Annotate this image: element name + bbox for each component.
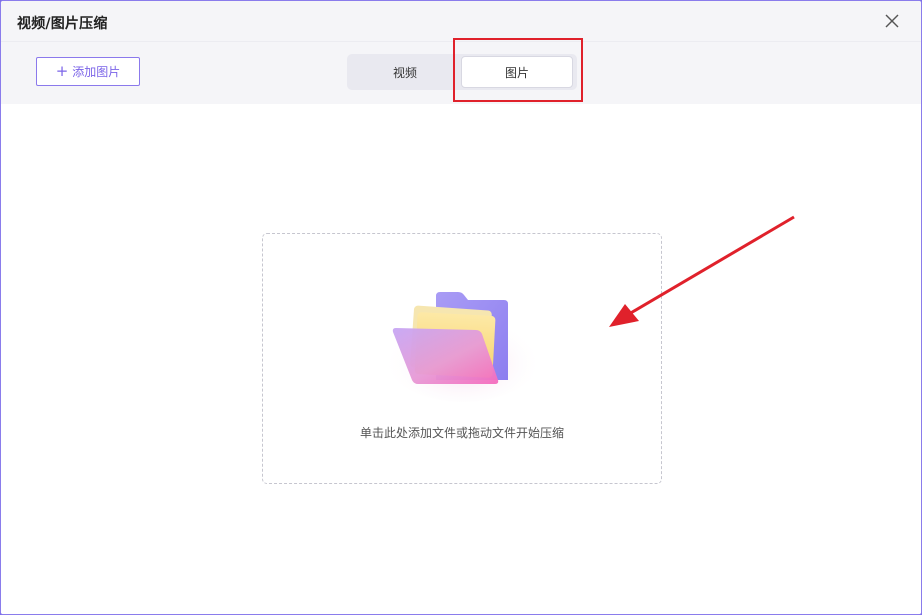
main-content: 单击此处添加文件或拖动文件开始压缩 bbox=[1, 104, 921, 614]
close-icon bbox=[885, 14, 899, 28]
dialog-title: 视频/图片压缩 bbox=[17, 16, 108, 32]
toolbar: + 添加图片 视频 图片 bbox=[1, 42, 921, 104]
dropzone-hint: 单击此处添加文件或拖动文件开始压缩 bbox=[359, 426, 564, 440]
close-button[interactable] bbox=[881, 10, 903, 32]
folder-icon bbox=[378, 284, 548, 404]
compress-dialog: 视频/图片压缩 + 添加图片 视频 图片 单击此处添加文件或拖动文件开始压缩 bbox=[0, 0, 922, 615]
title-bar: 视频/图片压缩 bbox=[1, 1, 921, 42]
plus-icon: + bbox=[55, 61, 69, 80]
media-type-tabs: 视频 图片 bbox=[347, 54, 577, 90]
add-image-label: 添加图片 bbox=[72, 65, 121, 79]
tab-image[interactable]: 图片 bbox=[461, 56, 573, 88]
tab-video[interactable]: 视频 bbox=[350, 57, 460, 87]
add-image-button[interactable]: + 添加图片 bbox=[36, 57, 140, 86]
file-dropzone[interactable]: 单击此处添加文件或拖动文件开始压缩 bbox=[262, 233, 662, 484]
